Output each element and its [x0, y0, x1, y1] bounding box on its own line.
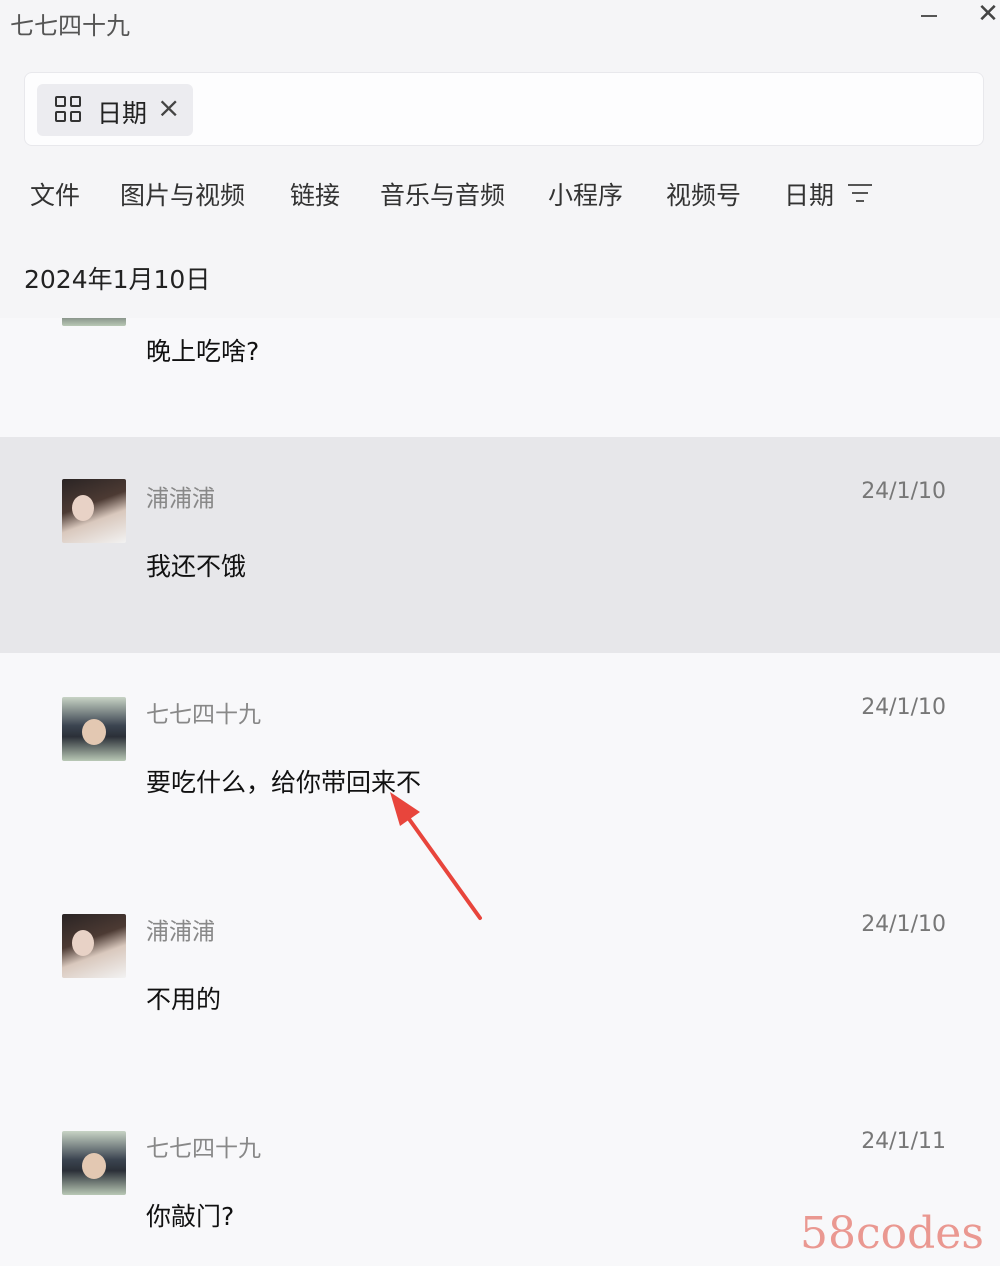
grid-icon	[55, 96, 83, 124]
man-avatar	[62, 1131, 126, 1195]
close-icon[interactable]: ✕	[976, 0, 1000, 28]
woman-avatar	[62, 914, 126, 978]
message-text: 我还不饿	[146, 552, 247, 581]
title-bar: 七七四十九 ✕	[0, 0, 1000, 50]
message-text: 不用的	[146, 985, 222, 1014]
category-tabs: 文件 图片与视频 链接 音乐与音频 小程序 视频号 日期	[0, 170, 1000, 220]
tab-links[interactable]: 链接	[290, 176, 340, 212]
tab-files[interactable]: 文件	[30, 176, 80, 212]
search-input[interactable]: 日期 ×	[24, 72, 984, 146]
minimize-icon[interactable]	[918, 2, 942, 28]
sender-name: 七七四十九	[146, 702, 261, 728]
message-item-selected[interactable]: 浦浦浦 24/1/10 我还不饿	[0, 437, 1000, 653]
sender-name: 浦浦浦	[146, 486, 215, 512]
filter-chip-label: 日期	[97, 99, 148, 128]
tab-images-videos[interactable]: 图片与视频	[120, 176, 245, 212]
tab-mini-programs[interactable]: 小程序	[548, 176, 623, 212]
message-time: 24/1/10	[861, 479, 946, 504]
message-item[interactable]: 七七四十九 24/1/10 要吃什么，给你带回来不	[0, 653, 1000, 870]
message-item[interactable]: 晚上吃啥?	[0, 318, 1000, 437]
message-time: 24/1/10	[861, 912, 946, 937]
filter-icon[interactable]	[848, 184, 872, 204]
tab-channels[interactable]: 视频号	[666, 176, 741, 212]
tab-music-audio[interactable]: 音乐与音频	[380, 176, 505, 212]
date-heading: 2024年1月10日	[24, 265, 211, 294]
message-time: 24/1/11	[861, 1129, 946, 1154]
sender-name: 浦浦浦	[146, 919, 215, 945]
message-text: 晚上吃啥?	[146, 337, 260, 366]
tab-date[interactable]: 日期	[784, 176, 834, 212]
message-text: 你敲门?	[146, 1202, 235, 1231]
sender-name: 七七四十九	[146, 1136, 261, 1162]
woman-avatar	[62, 479, 126, 543]
message-item[interactable]: 浦浦浦 24/1/10 不用的	[0, 870, 1000, 1087]
filter-chip-close-icon[interactable]: ×	[157, 91, 180, 124]
man-avatar	[62, 697, 126, 761]
message-list[interactable]: 晚上吃啥? 浦浦浦 24/1/10 我还不饿 七七四十九 24/1/10 要吃什…	[0, 318, 1000, 1266]
message-time: 24/1/10	[861, 695, 946, 720]
watermark: 58codes	[800, 1208, 984, 1259]
message-text: 要吃什么，给你带回来不	[146, 768, 422, 797]
window-title: 七七四十九	[10, 12, 130, 40]
man-avatar	[62, 318, 126, 326]
filter-chip-date[interactable]: 日期 ×	[37, 84, 193, 136]
